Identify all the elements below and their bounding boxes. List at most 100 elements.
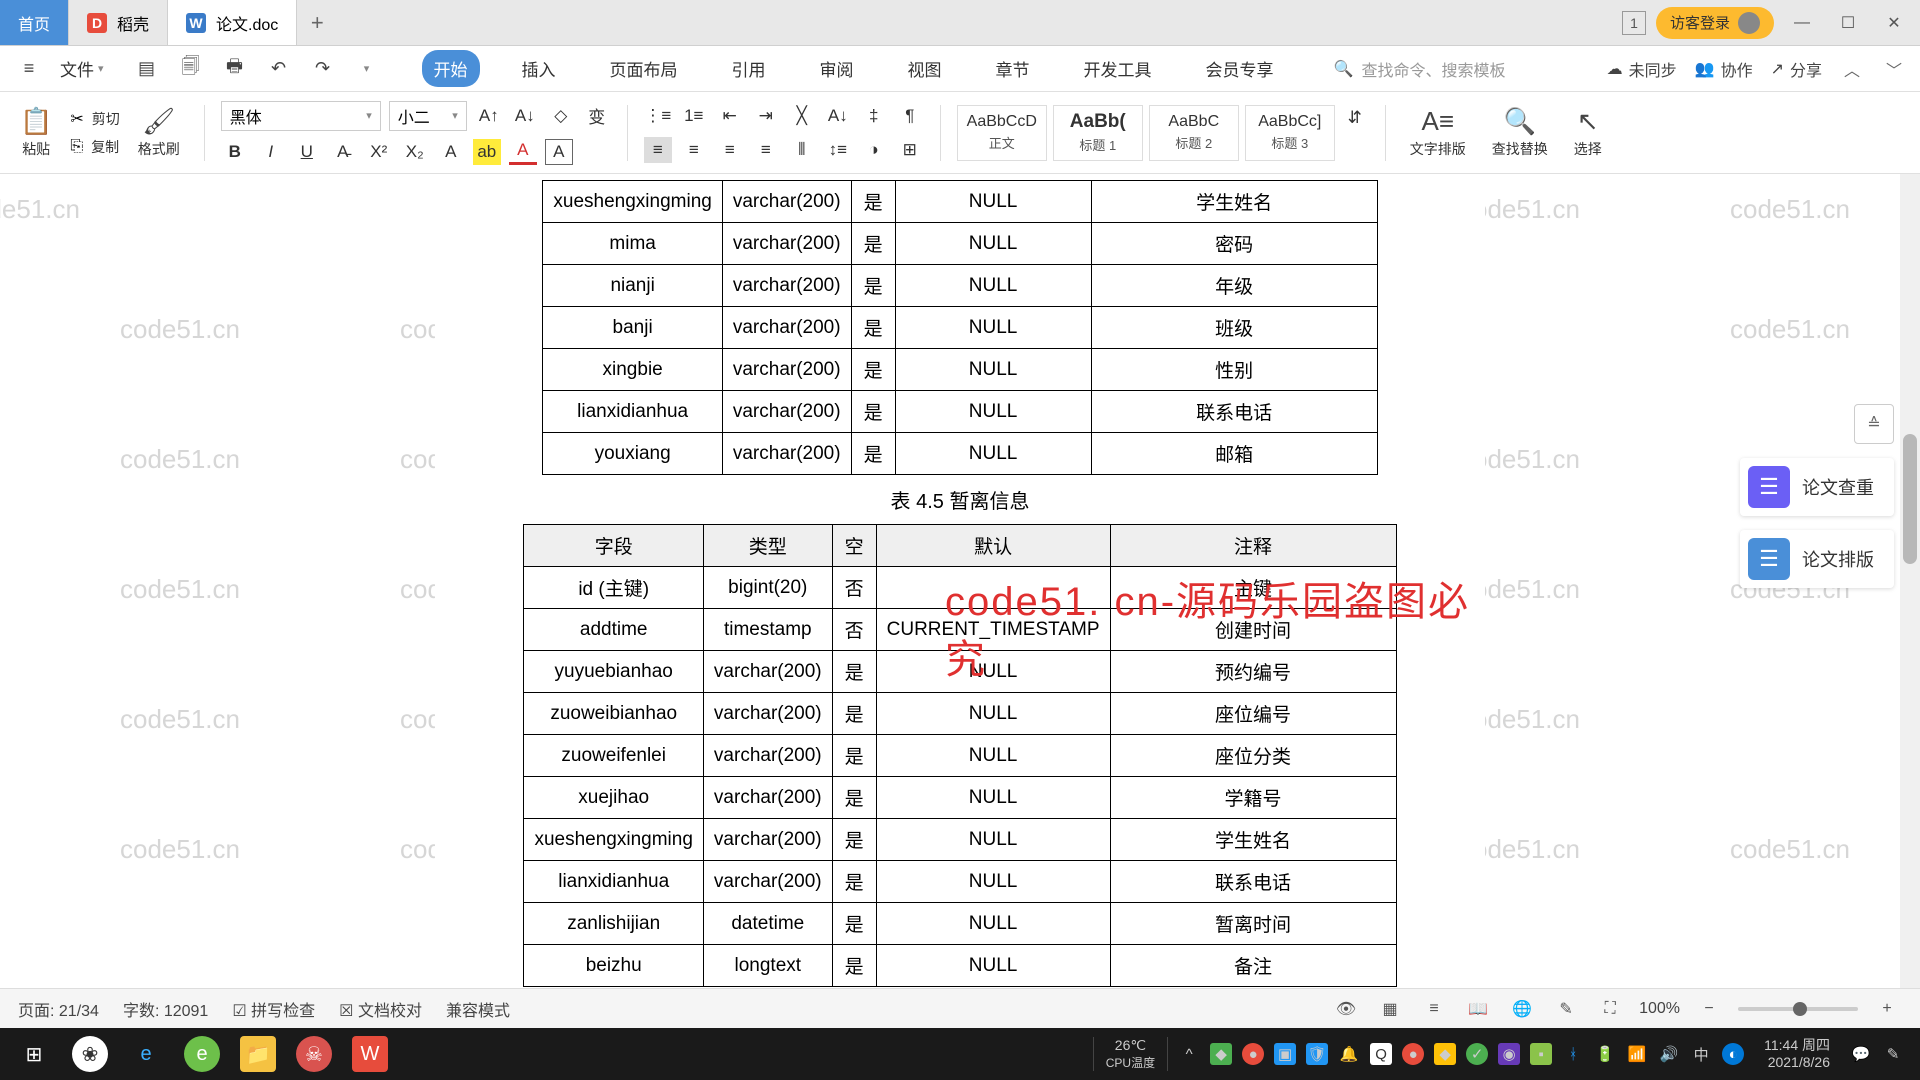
char-border-button[interactable]: A xyxy=(545,139,573,165)
tray-icon[interactable]: ✓ xyxy=(1466,1043,1488,1065)
cell[interactable]: varchar(200) xyxy=(703,777,832,819)
cell[interactable]: NULL xyxy=(895,181,1091,223)
cell[interactable]: 是 xyxy=(832,945,876,987)
task-browser[interactable]: e xyxy=(174,1028,230,1080)
login-chip[interactable]: 访客登录 xyxy=(1656,7,1774,39)
share-button[interactable]: ↗ 分享 xyxy=(1771,57,1822,81)
document-canvas[interactable]: code51.cn code51.cn code51.cn code51.cn … xyxy=(0,174,1920,1028)
menu-page-layout[interactable]: 页面布局 xyxy=(598,50,690,87)
cell[interactable]: NULL xyxy=(876,777,1110,819)
cell[interactable]: varchar(200) xyxy=(722,307,851,349)
phonetic-icon[interactable]: 变 xyxy=(583,103,611,129)
tray-icon[interactable]: 🛡 xyxy=(1306,1043,1328,1065)
tab-home[interactable]: 首页 xyxy=(0,0,69,45)
notifications-icon[interactable]: 💬 xyxy=(1850,1043,1872,1065)
cell[interactable]: lianxidianhua xyxy=(543,391,722,433)
page-indicator[interactable]: 页面: 21/34 xyxy=(18,997,99,1021)
cell[interactable]: NULL xyxy=(876,735,1110,777)
menu-references[interactable]: 引用 xyxy=(720,50,778,87)
tray-icon[interactable]: ◐ xyxy=(1722,1043,1744,1065)
cell[interactable]: varchar(200) xyxy=(703,819,832,861)
task-app-2[interactable]: ☠ xyxy=(286,1028,342,1080)
menu-view[interactable]: 视图 xyxy=(896,50,954,87)
zoom-slider-thumb[interactable] xyxy=(1793,1002,1807,1016)
vertical-scrollbar[interactable] xyxy=(1900,174,1920,1028)
menu-chapter[interactable]: 章节 xyxy=(984,50,1042,87)
style-more-button[interactable]: ⇵ xyxy=(1341,105,1369,131)
highlight-button[interactable]: ab xyxy=(473,139,501,165)
cell[interactable]: 否 xyxy=(832,567,876,609)
sort-button[interactable]: A↓ xyxy=(824,103,852,129)
decrease-font-icon[interactable]: A↓ xyxy=(511,103,539,129)
paste-group[interactable]: 📋粘贴 xyxy=(12,106,60,159)
cell[interactable]: NULL xyxy=(876,945,1110,987)
style-heading1[interactable]: AaBb(标题 1 xyxy=(1053,105,1143,161)
panel-collapse-button[interactable]: ≙ xyxy=(1854,404,1894,444)
battery-icon[interactable]: 🔋 xyxy=(1594,1043,1616,1065)
cell[interactable]: 是 xyxy=(851,391,895,433)
bluetooth-icon[interactable]: ᚼ xyxy=(1562,1043,1584,1065)
web-view-icon[interactable]: 🌐 xyxy=(1507,994,1537,1024)
text-effect-button[interactable]: A xyxy=(437,139,465,165)
cell[interactable]: varchar(200) xyxy=(722,223,851,265)
table-row[interactable]: zuoweifenleivarchar(200)是NULL座位分类 xyxy=(524,735,1396,777)
table-row[interactable]: beizhulongtext是NULL备注 xyxy=(524,945,1396,987)
increase-indent-button[interactable]: ⇥ xyxy=(752,103,780,129)
cell[interactable]: 班级 xyxy=(1091,307,1377,349)
cut-button[interactable]: ✂剪切 xyxy=(70,109,119,129)
table-row[interactable]: xueshengxingmingvarchar(200)是NULL学生姓名 xyxy=(524,819,1396,861)
show-marks-button[interactable]: ¶ xyxy=(896,103,924,129)
proofread-toggle[interactable]: ☒ 文档校对 xyxy=(339,997,422,1021)
column-header[interactable]: 类型 xyxy=(703,525,832,567)
align-left-button[interactable]: ≡ xyxy=(644,137,672,163)
format-painter-button[interactable]: 🖌格式刷 xyxy=(130,106,188,159)
table-1[interactable]: xueshengxingmingvarchar(200)是NULL学生姓名mim… xyxy=(542,180,1377,475)
numbering-button[interactable]: 1≡ xyxy=(680,103,708,129)
table-row[interactable]: lianxidianhuavarchar(200)是NULL联系电话 xyxy=(524,861,1396,903)
table-row[interactable]: zanlishijiandatetime是NULL暂离时间 xyxy=(524,903,1396,945)
print-icon[interactable]: 🖶 xyxy=(220,54,250,84)
tray-icon[interactable]: Q xyxy=(1370,1043,1392,1065)
cell[interactable]: datetime xyxy=(703,903,832,945)
table-row[interactable]: xueshengxingmingvarchar(200)是NULL学生姓名 xyxy=(543,181,1377,223)
scrollbar-thumb[interactable] xyxy=(1903,434,1917,564)
cell[interactable]: 联系电话 xyxy=(1091,391,1377,433)
start-button[interactable]: ⊞ xyxy=(6,1028,62,1080)
weather-widget[interactable]: 26℃CPU温度 xyxy=(1093,1037,1168,1071)
zoom-level[interactable]: 100% xyxy=(1639,1000,1680,1018)
cell[interactable]: varchar(200) xyxy=(703,735,832,777)
menu-review[interactable]: 审阅 xyxy=(808,50,866,87)
outline-view-icon[interactable]: ≡ xyxy=(1419,994,1449,1024)
cell[interactable]: 年级 xyxy=(1091,265,1377,307)
fit-icon[interactable]: ⛶ xyxy=(1595,994,1625,1024)
cell[interactable]: addtime xyxy=(524,609,703,651)
spellcheck-toggle[interactable]: ☑ 拼写检查 xyxy=(232,997,315,1021)
notification-badge[interactable]: 1 xyxy=(1622,11,1646,35)
cell[interactable]: 是 xyxy=(832,777,876,819)
clock[interactable]: 11:44 周四2021/8/26 xyxy=(1754,1037,1840,1071)
bullets-button[interactable]: ⋮≡ xyxy=(644,103,672,129)
distribute-button[interactable]: ⫴ xyxy=(788,137,816,163)
tray-icon[interactable]: ◆ xyxy=(1210,1043,1232,1065)
cell[interactable]: NULL xyxy=(895,223,1091,265)
cell[interactable]: 座位编号 xyxy=(1110,693,1396,735)
font-name-select[interactable]: 黑体▾ xyxy=(221,101,381,131)
cell[interactable]: NULL xyxy=(895,307,1091,349)
cell[interactable]: id (主键) xyxy=(524,567,703,609)
tab-docer[interactable]: D稻壳 xyxy=(69,0,168,45)
menu-member[interactable]: 会员专享 xyxy=(1194,50,1286,87)
cell[interactable]: varchar(200) xyxy=(722,181,851,223)
reading-view-icon[interactable]: 📖 xyxy=(1463,994,1493,1024)
cell[interactable]: NULL xyxy=(876,693,1110,735)
cell[interactable]: varchar(200) xyxy=(703,861,832,903)
cell[interactable]: varchar(200) xyxy=(703,693,832,735)
close-button[interactable]: ✕ xyxy=(1876,5,1912,41)
tab-document[interactable]: W论文.doc xyxy=(168,0,297,45)
cell[interactable]: NULL xyxy=(876,903,1110,945)
cell[interactable]: 学生姓名 xyxy=(1110,819,1396,861)
redo-icon[interactable]: ↷ xyxy=(308,54,338,84)
strikethrough-button[interactable]: A̵ xyxy=(329,139,357,165)
cell[interactable]: NULL xyxy=(895,433,1091,475)
cell[interactable]: longtext xyxy=(703,945,832,987)
find-replace-button[interactable]: 🔍查找替换 xyxy=(1484,106,1556,159)
